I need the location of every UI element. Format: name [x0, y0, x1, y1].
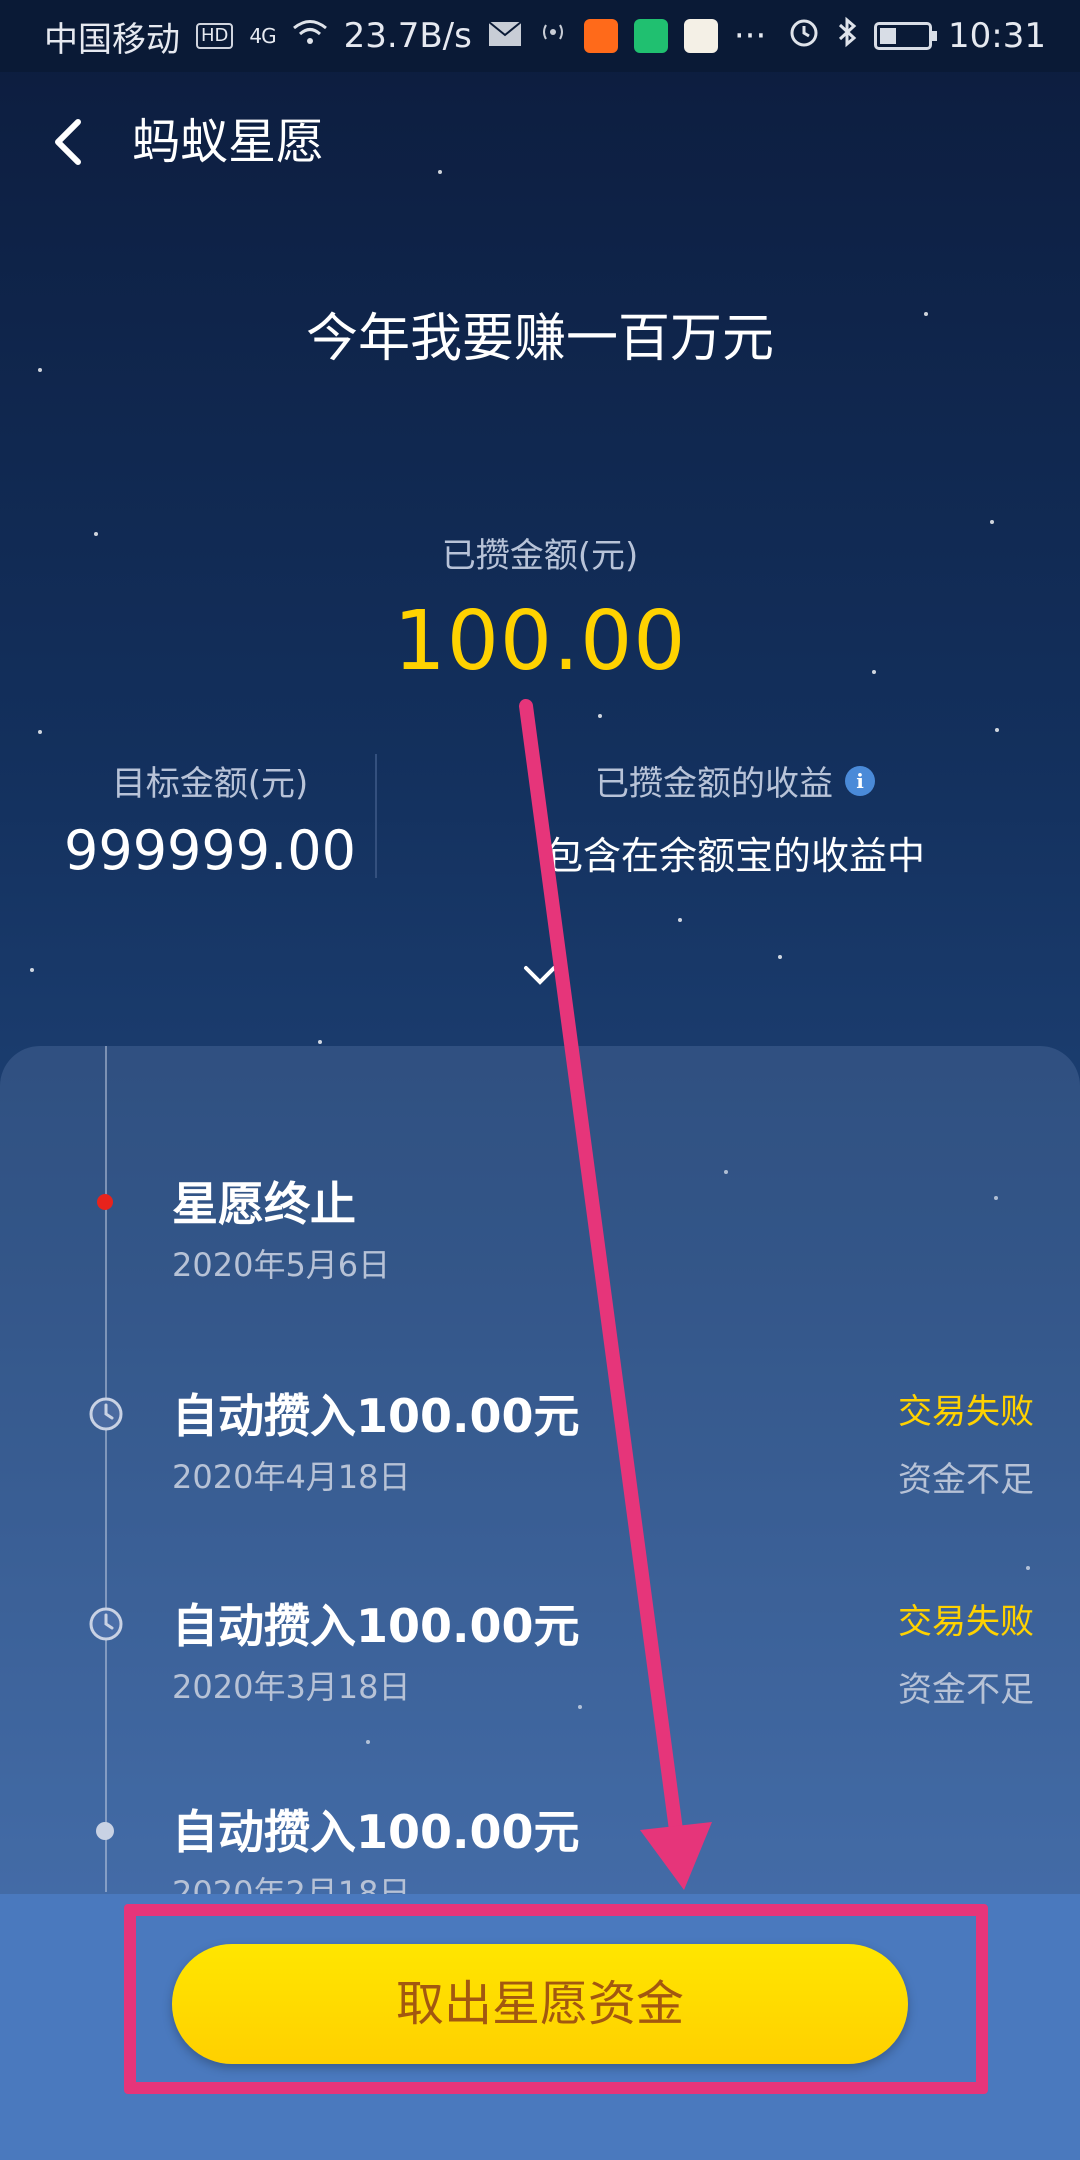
- timeline-item: 自动攒入100.00元 2020年2月18日: [0, 1760, 1080, 1894]
- alarm-icon: [788, 16, 820, 57]
- status-bar: 中国移动 HD 4G 23.7B/s ··· 10:31: [0, 0, 1080, 72]
- red-dot-icon: [97, 1194, 113, 1210]
- clock-icon: [89, 1607, 123, 1641]
- chevron-down-icon: [524, 966, 556, 985]
- mail-icon: [488, 16, 522, 56]
- timeline-item-title: 星愿终止: [172, 1177, 356, 1231]
- battery-icon: [874, 22, 938, 50]
- grey-dot-icon: [96, 1822, 114, 1840]
- income-value: 包含在余额宝的收益中: [544, 834, 925, 878]
- target-amount-value: 999999.00: [63, 819, 357, 882]
- transaction-status: 交易失败: [898, 1392, 1034, 1432]
- failure-reason: 资金不足: [898, 1460, 1034, 1500]
- back-button[interactable]: [44, 112, 94, 172]
- divider: [375, 754, 377, 878]
- timeline-item-date: 2020年3月18日: [172, 1668, 411, 1706]
- timeline-item-title: 自动攒入100.00元: [172, 1389, 580, 1443]
- target-amount-label: 目标金额(元): [111, 764, 309, 804]
- bluetooth-icon: [836, 16, 858, 57]
- chevron-left-icon: [55, 119, 81, 165]
- page-title: 蚂蚁星愿: [132, 114, 325, 170]
- app-notification-icon: [633, 19, 668, 53]
- carrier-name: 中国移动: [44, 19, 180, 60]
- annotation-highlight-box: [124, 1904, 988, 2094]
- wish-name: 今年我要赚一百万元: [305, 309, 774, 369]
- clock-icon: [89, 1397, 123, 1431]
- timeline-item: 星愿终止 2020年5月6日: [0, 1168, 1080, 1308]
- failure-reason: 资金不足: [898, 1670, 1034, 1710]
- timeline-item-title: 自动攒入100.00元: [172, 1805, 580, 1859]
- timeline-item: 自动攒入100.00元 2020年3月18日 交易失败 资金不足: [0, 1590, 1080, 1730]
- income-label: 已攒金额的收益: [595, 764, 833, 804]
- overflow-icon: ···: [733, 16, 767, 56]
- signal-icon: 4G: [249, 24, 276, 48]
- app-notification-icon: [683, 19, 718, 53]
- network-speed: 23.7B/s: [343, 16, 472, 56]
- hd-badge: HD: [196, 23, 234, 49]
- wifi-icon: [292, 16, 328, 56]
- target-amount: 目标金额(元) 999999.00: [40, 756, 380, 882]
- clock-time: 10:31: [948, 16, 1046, 56]
- income-info: 已攒金额的收益 i 包含在余额宝的收益中: [410, 756, 1060, 880]
- timeline-item-date: 2020年4月18日: [172, 1458, 411, 1496]
- expand-button[interactable]: [520, 962, 560, 988]
- transaction-status: 交易失败: [898, 1602, 1034, 1642]
- saved-amount-label: 已攒金额(元): [441, 536, 639, 576]
- hotspot-icon: [538, 16, 568, 56]
- info-icon[interactable]: i: [845, 765, 875, 796]
- timeline-item-date: 2020年2月18日: [172, 1874, 411, 1894]
- timeline-item-date: 2020年5月6日: [172, 1246, 391, 1284]
- app-notification-icon: [583, 19, 618, 53]
- saved-amount-value: 100.00: [393, 594, 687, 689]
- timeline-item: 自动攒入100.00元 2020年4月18日 交易失败 资金不足: [0, 1380, 1080, 1520]
- timeline-item-title: 自动攒入100.00元: [172, 1599, 580, 1653]
